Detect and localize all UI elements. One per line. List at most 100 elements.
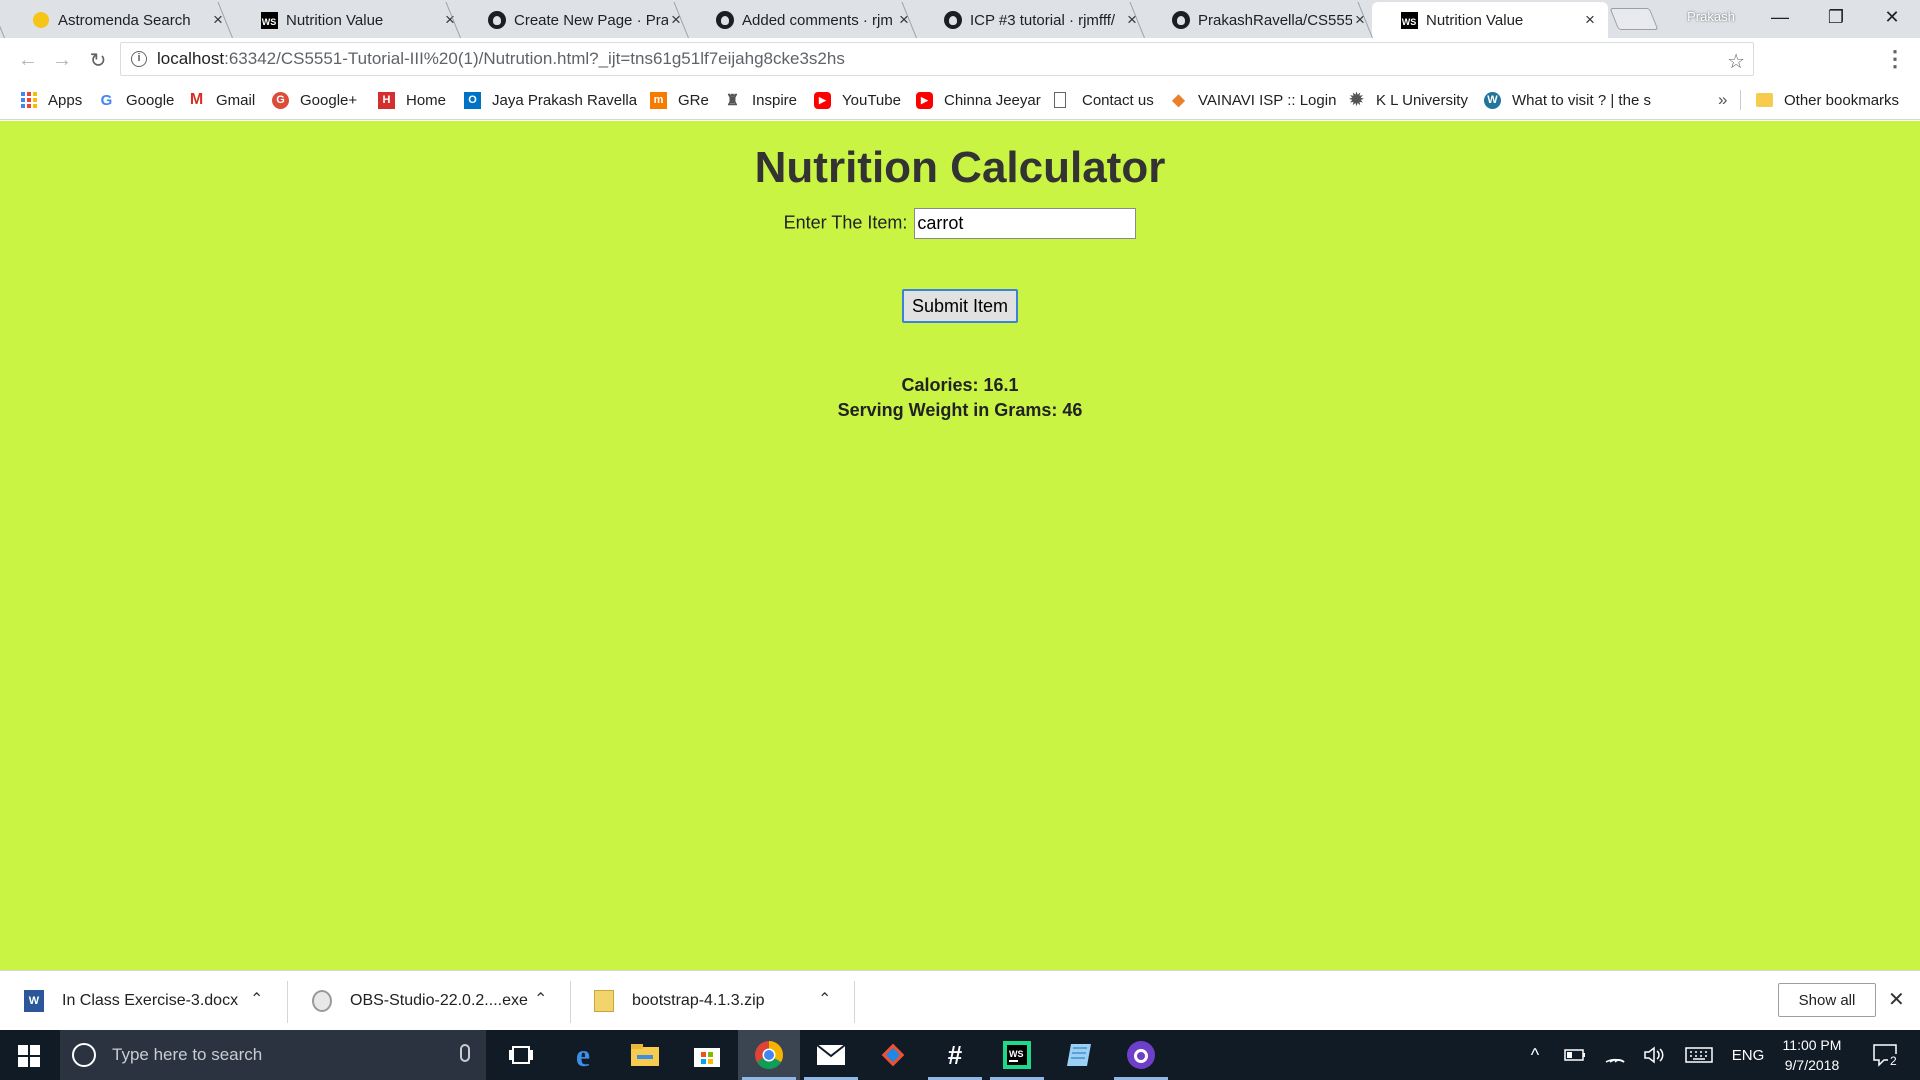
close-icon[interactable]: ✕ bbox=[1888, 987, 1905, 1012]
bookmark-gre[interactable]: m GRe bbox=[650, 89, 709, 111]
calories-result: Calories: 16.1 bbox=[901, 375, 1019, 395]
github-icon bbox=[1172, 11, 1190, 29]
github-icon bbox=[716, 11, 734, 29]
minimize-button[interactable]: — bbox=[1752, 0, 1808, 34]
download-item[interactable]: bootstrap-4.1.3.zip ⌃ bbox=[570, 971, 852, 1031]
window-close-button[interactable]: ✕ bbox=[1864, 0, 1920, 34]
chrome-icon[interactable] bbox=[738, 1030, 800, 1080]
notifications-icon[interactable]: 2 bbox=[1860, 1030, 1910, 1080]
item-label: Enter The Item: bbox=[783, 212, 908, 233]
tab-title: Nutrition Value bbox=[286, 11, 384, 29]
file-explorer-icon[interactable] bbox=[614, 1030, 676, 1080]
forward-arrow-icon[interactable]: → bbox=[48, 46, 76, 74]
download-filename: OBS-Studio-22.0.2....exe bbox=[350, 992, 528, 1009]
clock-time: 11:00 PM bbox=[1782, 1037, 1842, 1053]
tab-icp-tutorial[interactable]: ICP #3 tutorial · rjmfff/ × bbox=[916, 2, 1150, 38]
folder-icon bbox=[1756, 92, 1773, 109]
url-text[interactable]: localhost:63342/CS5551-Tutorial-III%20(1… bbox=[157, 49, 845, 69]
mail-icon[interactable] bbox=[800, 1030, 862, 1080]
bookmark-inspire[interactable]: ♜ Inspire bbox=[724, 89, 797, 111]
info-icon[interactable]: i bbox=[131, 51, 147, 67]
download-item[interactable]: OBS-Studio-22.0.2....exe ⌃ bbox=[288, 971, 570, 1031]
microphone-icon[interactable] bbox=[460, 1044, 470, 1062]
show-all-button[interactable]: Show all bbox=[1778, 983, 1876, 1017]
bookmark-kl-university[interactable]: ✹ K L University bbox=[1348, 89, 1468, 111]
chevron-up-icon[interactable]: ⌃ bbox=[534, 989, 547, 1009]
bookmarks-overflow-icon[interactable]: » bbox=[1718, 89, 1727, 111]
profile-name[interactable]: Prakash bbox=[1674, 6, 1748, 28]
installer-icon bbox=[312, 990, 332, 1012]
tab-nutrition-value-active[interactable]: WS Nutrition Value × bbox=[1372, 2, 1608, 38]
bookmark-contact-us[interactable]: Contact us bbox=[1054, 89, 1154, 111]
reload-icon[interactable]: ↻ bbox=[84, 46, 112, 74]
slack-icon[interactable]: # bbox=[924, 1030, 986, 1080]
task-view-icon[interactable] bbox=[490, 1030, 552, 1080]
bookmark-what-to-visit[interactable]: W What to visit ? | the s bbox=[1484, 89, 1654, 111]
zip-icon bbox=[594, 990, 614, 1012]
store-icon[interactable] bbox=[676, 1030, 738, 1080]
chevron-up-icon[interactable]: ⌃ bbox=[250, 989, 263, 1009]
zotero-icon[interactable]: Z bbox=[1843, 47, 1867, 71]
apps-grid-icon bbox=[20, 92, 37, 109]
notepad-icon[interactable] bbox=[1048, 1030, 1110, 1080]
youtube-icon: ▶ bbox=[814, 91, 831, 109]
tab-nutrition-value-1[interactable]: WS Nutrition Value × bbox=[232, 2, 468, 38]
google-plus-icon: G bbox=[272, 91, 289, 109]
google-icon: G bbox=[100, 91, 113, 109]
webstorm-icon[interactable]: WS bbox=[986, 1030, 1048, 1080]
inspire-icon: ♜ bbox=[725, 92, 740, 109]
page-content: Nutrition Calculator Enter The Item: Sub… bbox=[0, 121, 1920, 970]
windows-start-icon[interactable] bbox=[18, 1045, 40, 1067]
webstorm-icon: WS bbox=[260, 11, 278, 29]
git-icon[interactable] bbox=[862, 1030, 924, 1080]
pinterest-icon[interactable]: P bbox=[1763, 47, 1787, 71]
divider bbox=[1740, 90, 1741, 110]
bookmark-youtube[interactable]: ▶ YouTube bbox=[814, 89, 901, 111]
bookmark-jaya-prakash-ravella[interactable]: O Jaya Prakash Ravella bbox=[464, 89, 637, 111]
chevron-up-icon[interactable]: ⌃ bbox=[818, 989, 831, 1009]
back-arrow-icon[interactable]: ← bbox=[14, 46, 42, 74]
bookmark-star-icon[interactable]: ☆ bbox=[1727, 49, 1745, 74]
bookmark-gmail[interactable]: M Gmail bbox=[188, 89, 255, 111]
tab-prakashravella-repo[interactable]: PrakashRavella/CS5551 × bbox=[1144, 2, 1378, 38]
tab-astromenda[interactable]: Astromenda Search × bbox=[4, 2, 236, 38]
language-indicator[interactable]: ENG bbox=[1726, 1030, 1770, 1080]
wifi-icon[interactable] bbox=[1600, 1030, 1630, 1080]
edge-icon[interactable]: e bbox=[552, 1030, 614, 1080]
bookmark-chinna-jeeyar[interactable]: ▶ Chinna Jeeyar bbox=[916, 89, 1041, 111]
submit-item-button[interactable]: Submit Item bbox=[902, 289, 1018, 323]
download-filename: bootstrap-4.1.3.zip bbox=[632, 992, 765, 1009]
bookmark-other-bookmarks[interactable]: Other bookmarks bbox=[1756, 89, 1899, 111]
tab-added-comments[interactable]: Added comments · rjm × bbox=[688, 2, 922, 38]
serving-weight-result: Serving Weight in Grams: 46 bbox=[837, 400, 1083, 420]
shield-icon: ◆ bbox=[1172, 92, 1185, 109]
bookmark-home[interactable]: H Home bbox=[378, 89, 446, 111]
restore-button[interactable]: ❐ bbox=[1808, 0, 1864, 34]
bookmark-google[interactable]: G Google bbox=[98, 89, 175, 111]
bookmark-vainavi-isp-login[interactable]: ◆ VAINAVI ISP :: Login bbox=[1170, 89, 1336, 111]
battery-icon[interactable] bbox=[1560, 1030, 1590, 1080]
new-tab-button[interactable] bbox=[1609, 8, 1659, 30]
keyboard-icon[interactable] bbox=[1682, 1030, 1716, 1080]
taskbar-search[interactable]: Type here to search bbox=[60, 1030, 486, 1080]
tab-create-new-page[interactable]: Create New Page · Prak × bbox=[460, 2, 694, 38]
chevron-up-icon[interactable]: ^ bbox=[1522, 1030, 1548, 1080]
system-clock[interactable]: 11:00 PM 9/7/2018 bbox=[1770, 1035, 1854, 1075]
download-item[interactable]: W In Class Exercise-3.docx ⌃ bbox=[0, 971, 286, 1031]
menu-icon[interactable]: ⋮ bbox=[1884, 46, 1906, 72]
tab-strip: Astromenda Search × WS Nutrition Value ×… bbox=[0, 0, 1920, 38]
github-icon bbox=[944, 11, 962, 29]
volume-icon[interactable] bbox=[1640, 1030, 1670, 1080]
tab-title: ICP #3 tutorial · rjmfff/ bbox=[970, 11, 1116, 29]
item-form-row: Enter The Item: bbox=[0, 208, 1920, 239]
opera-icon[interactable]: O bbox=[1803, 47, 1827, 71]
item-input[interactable] bbox=[914, 208, 1137, 239]
address-bar[interactable]: i localhost:63342/CS5551-Tutorial-III%20… bbox=[120, 42, 1754, 76]
close-icon[interactable]: × bbox=[1582, 11, 1598, 28]
tab-title: Added comments · rjm bbox=[742, 11, 893, 29]
github-desktop-icon[interactable] bbox=[1110, 1030, 1172, 1080]
clock-date: 9/7/2018 bbox=[1784, 1057, 1840, 1073]
bookmark-google-plus[interactable]: G Google+ bbox=[272, 89, 357, 111]
page-title: Nutrition Calculator bbox=[754, 143, 1166, 192]
bookmark-apps[interactable]: Apps bbox=[20, 89, 82, 111]
